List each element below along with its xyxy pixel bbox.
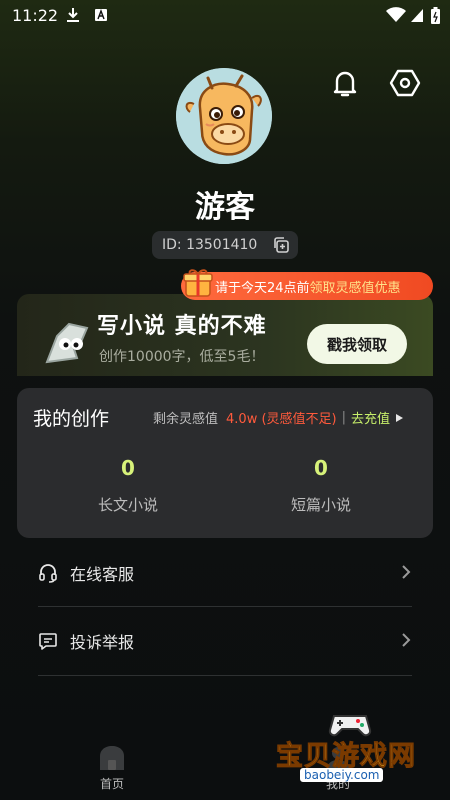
- chevron-right-icon: [402, 565, 411, 579]
- report-icon: [39, 633, 57, 650]
- user-id-text: ID: 13501410: [162, 237, 258, 253]
- creation-card: 我的创作 剩余灵感值 4.0w (灵感值不足) | 去充值 0 长文小说 0 短…: [17, 388, 433, 538]
- menu-label-customer-service: 在线客服: [70, 565, 135, 584]
- inspiration-label: 剩余灵感值: [153, 412, 219, 427]
- user-id-pill[interactable]: ID: 13501410: [152, 231, 298, 259]
- mascot-icon: [45, 322, 89, 364]
- promo-tooltip[interactable]: 请于今天24点前 领取灵感值优惠: [181, 269, 433, 300]
- settings-icon[interactable]: [388, 66, 422, 100]
- short-story-count: 0: [314, 456, 328, 480]
- promo-tip-text: 请于今天24点前: [215, 280, 310, 296]
- wifi-icon: [386, 7, 406, 22]
- signal-icon: [411, 9, 423, 22]
- bell-icon[interactable]: [328, 66, 362, 100]
- play-arrow-icon[interactable]: [393, 412, 405, 424]
- watermark-logo: 宝贝游戏网 baobeiy.com: [276, 706, 426, 796]
- status-time: 11:22: [12, 6, 59, 25]
- headset-icon: [39, 564, 57, 583]
- menu-divider: [38, 675, 412, 676]
- creation-title: 我的创作: [33, 408, 110, 430]
- tab-home[interactable]: 首页: [82, 744, 142, 792]
- gift-icon: [183, 269, 213, 297]
- inspiration-separator: |: [341, 410, 346, 425]
- short-story-label: 短篇小说: [290, 496, 351, 514]
- menu-label-report: 投诉举报: [70, 633, 135, 652]
- long-novel-label: 长文小说: [97, 496, 158, 514]
- cow-avatar-icon: [176, 68, 272, 164]
- banner-subtitle: 创作10000字，低至5毛！: [99, 349, 265, 365]
- claim-button[interactable]: 戳我领取: [307, 324, 407, 364]
- promo-tip-highlight: 领取灵感值优惠: [309, 280, 401, 296]
- username: 游客: [195, 190, 255, 225]
- menu-item-customer-service[interactable]: 在线客服: [38, 539, 412, 607]
- banner-title: 写小说 真的不难: [97, 314, 267, 339]
- avatar[interactable]: [176, 68, 272, 164]
- notification-a-icon: [95, 9, 107, 21]
- inspiration-value: 4.0w (灵感值不足): [226, 412, 337, 427]
- tab-home-label: 首页: [99, 777, 124, 791]
- battery-icon: [431, 7, 440, 24]
- home-icon: [100, 746, 124, 770]
- short-story-stat[interactable]: 0 短篇小说: [241, 456, 401, 515]
- status-bar: 11:22: [0, 0, 450, 32]
- menu-item-report[interactable]: 投诉举报: [38, 607, 412, 675]
- promo-banner[interactable]: 写小说 真的不难 创作10000字，低至5毛！ 戳我领取: [17, 294, 433, 376]
- recharge-link[interactable]: 去充值: [351, 408, 390, 427]
- chevron-right-icon: [402, 633, 411, 647]
- watermark-url: baobeiy.com: [300, 768, 384, 782]
- inspiration-row: 剩余灵感值 4.0w (灵感值不足) | 去充值: [153, 408, 405, 427]
- long-novel-stat[interactable]: 0 长文小说: [48, 456, 208, 515]
- download-icon: [67, 8, 79, 22]
- long-novel-count: 0: [121, 456, 135, 480]
- copy-icon[interactable]: [272, 236, 290, 254]
